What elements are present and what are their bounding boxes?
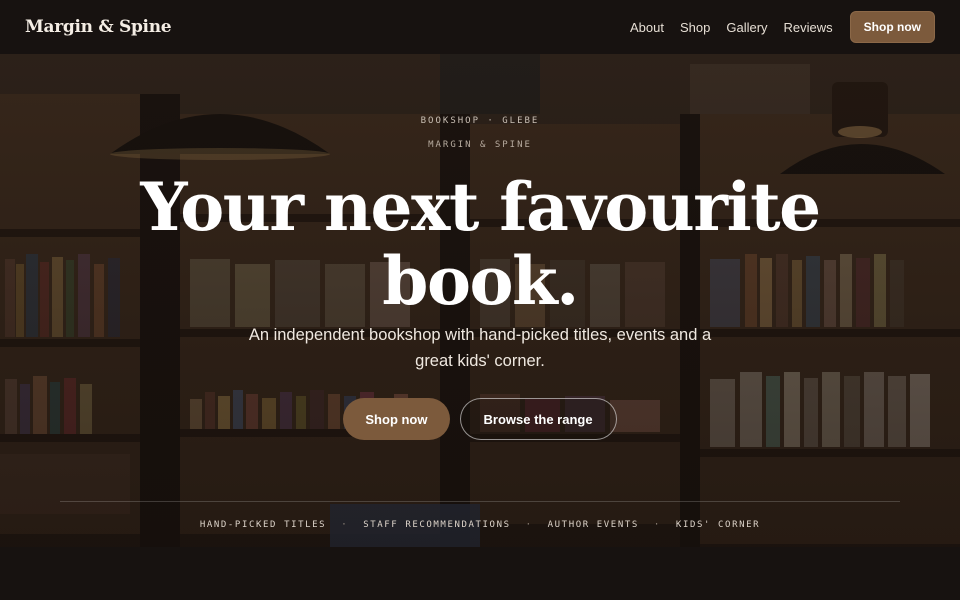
nav-shop-now-button[interactable]: Shop now — [849, 11, 935, 43]
hero-subtitle: An independent bookshop with hand-picked… — [248, 326, 712, 370]
feature-strip: HAND-PICKED TITLES · STAFF RECOMMENDATIO… — [60, 501, 900, 547]
hero-headline-line-1: Your next favourite — [140, 168, 821, 246]
nav-link-shop[interactable]: Shop — [680, 20, 710, 35]
feature-hand-picked: HAND-PICKED TITLES — [199, 519, 327, 530]
feature-separator: · — [341, 519, 349, 530]
feature-staff-recommendations: STAFF RECOMMENDATIONS — [363, 519, 511, 530]
hero-headline: Your next favourite book. — [0, 170, 960, 318]
top-nav: Margin & Spine About Shop Gallery Review… — [0, 0, 960, 54]
hero-buttons: Shop now Browse the range — [0, 398, 960, 440]
browse-range-button[interactable]: Browse the range — [459, 398, 617, 440]
hero-section: BOOKSHOP · GLEBE MARGIN & SPINE Your nex… — [0, 54, 960, 547]
feature-separator: · — [653, 519, 661, 530]
feature-kids-corner: KIDS' CORNER — [675, 519, 761, 530]
nav-links: About Shop Gallery Reviews Shop now — [614, 11, 935, 43]
feature-author-events: AUTHOR EVENTS — [547, 519, 639, 530]
nav-link-reviews[interactable]: Reviews — [784, 20, 833, 35]
hero-eyebrow: BOOKSHOP · GLEBE — [420, 116, 540, 126]
nav-link-about[interactable]: About — [630, 20, 664, 35]
hero-shop-now-button[interactable]: Shop now — [343, 398, 450, 440]
feature-separator: · — [525, 519, 533, 530]
hero-brand-eyebrow: MARGIN & SPINE — [428, 140, 532, 150]
nav-link-gallery[interactable]: Gallery — [726, 20, 767, 35]
brand-logo[interactable]: Margin & Spine — [25, 17, 172, 37]
hero-headline-line-2: book. — [382, 242, 579, 320]
page-below-hero — [0, 547, 960, 600]
